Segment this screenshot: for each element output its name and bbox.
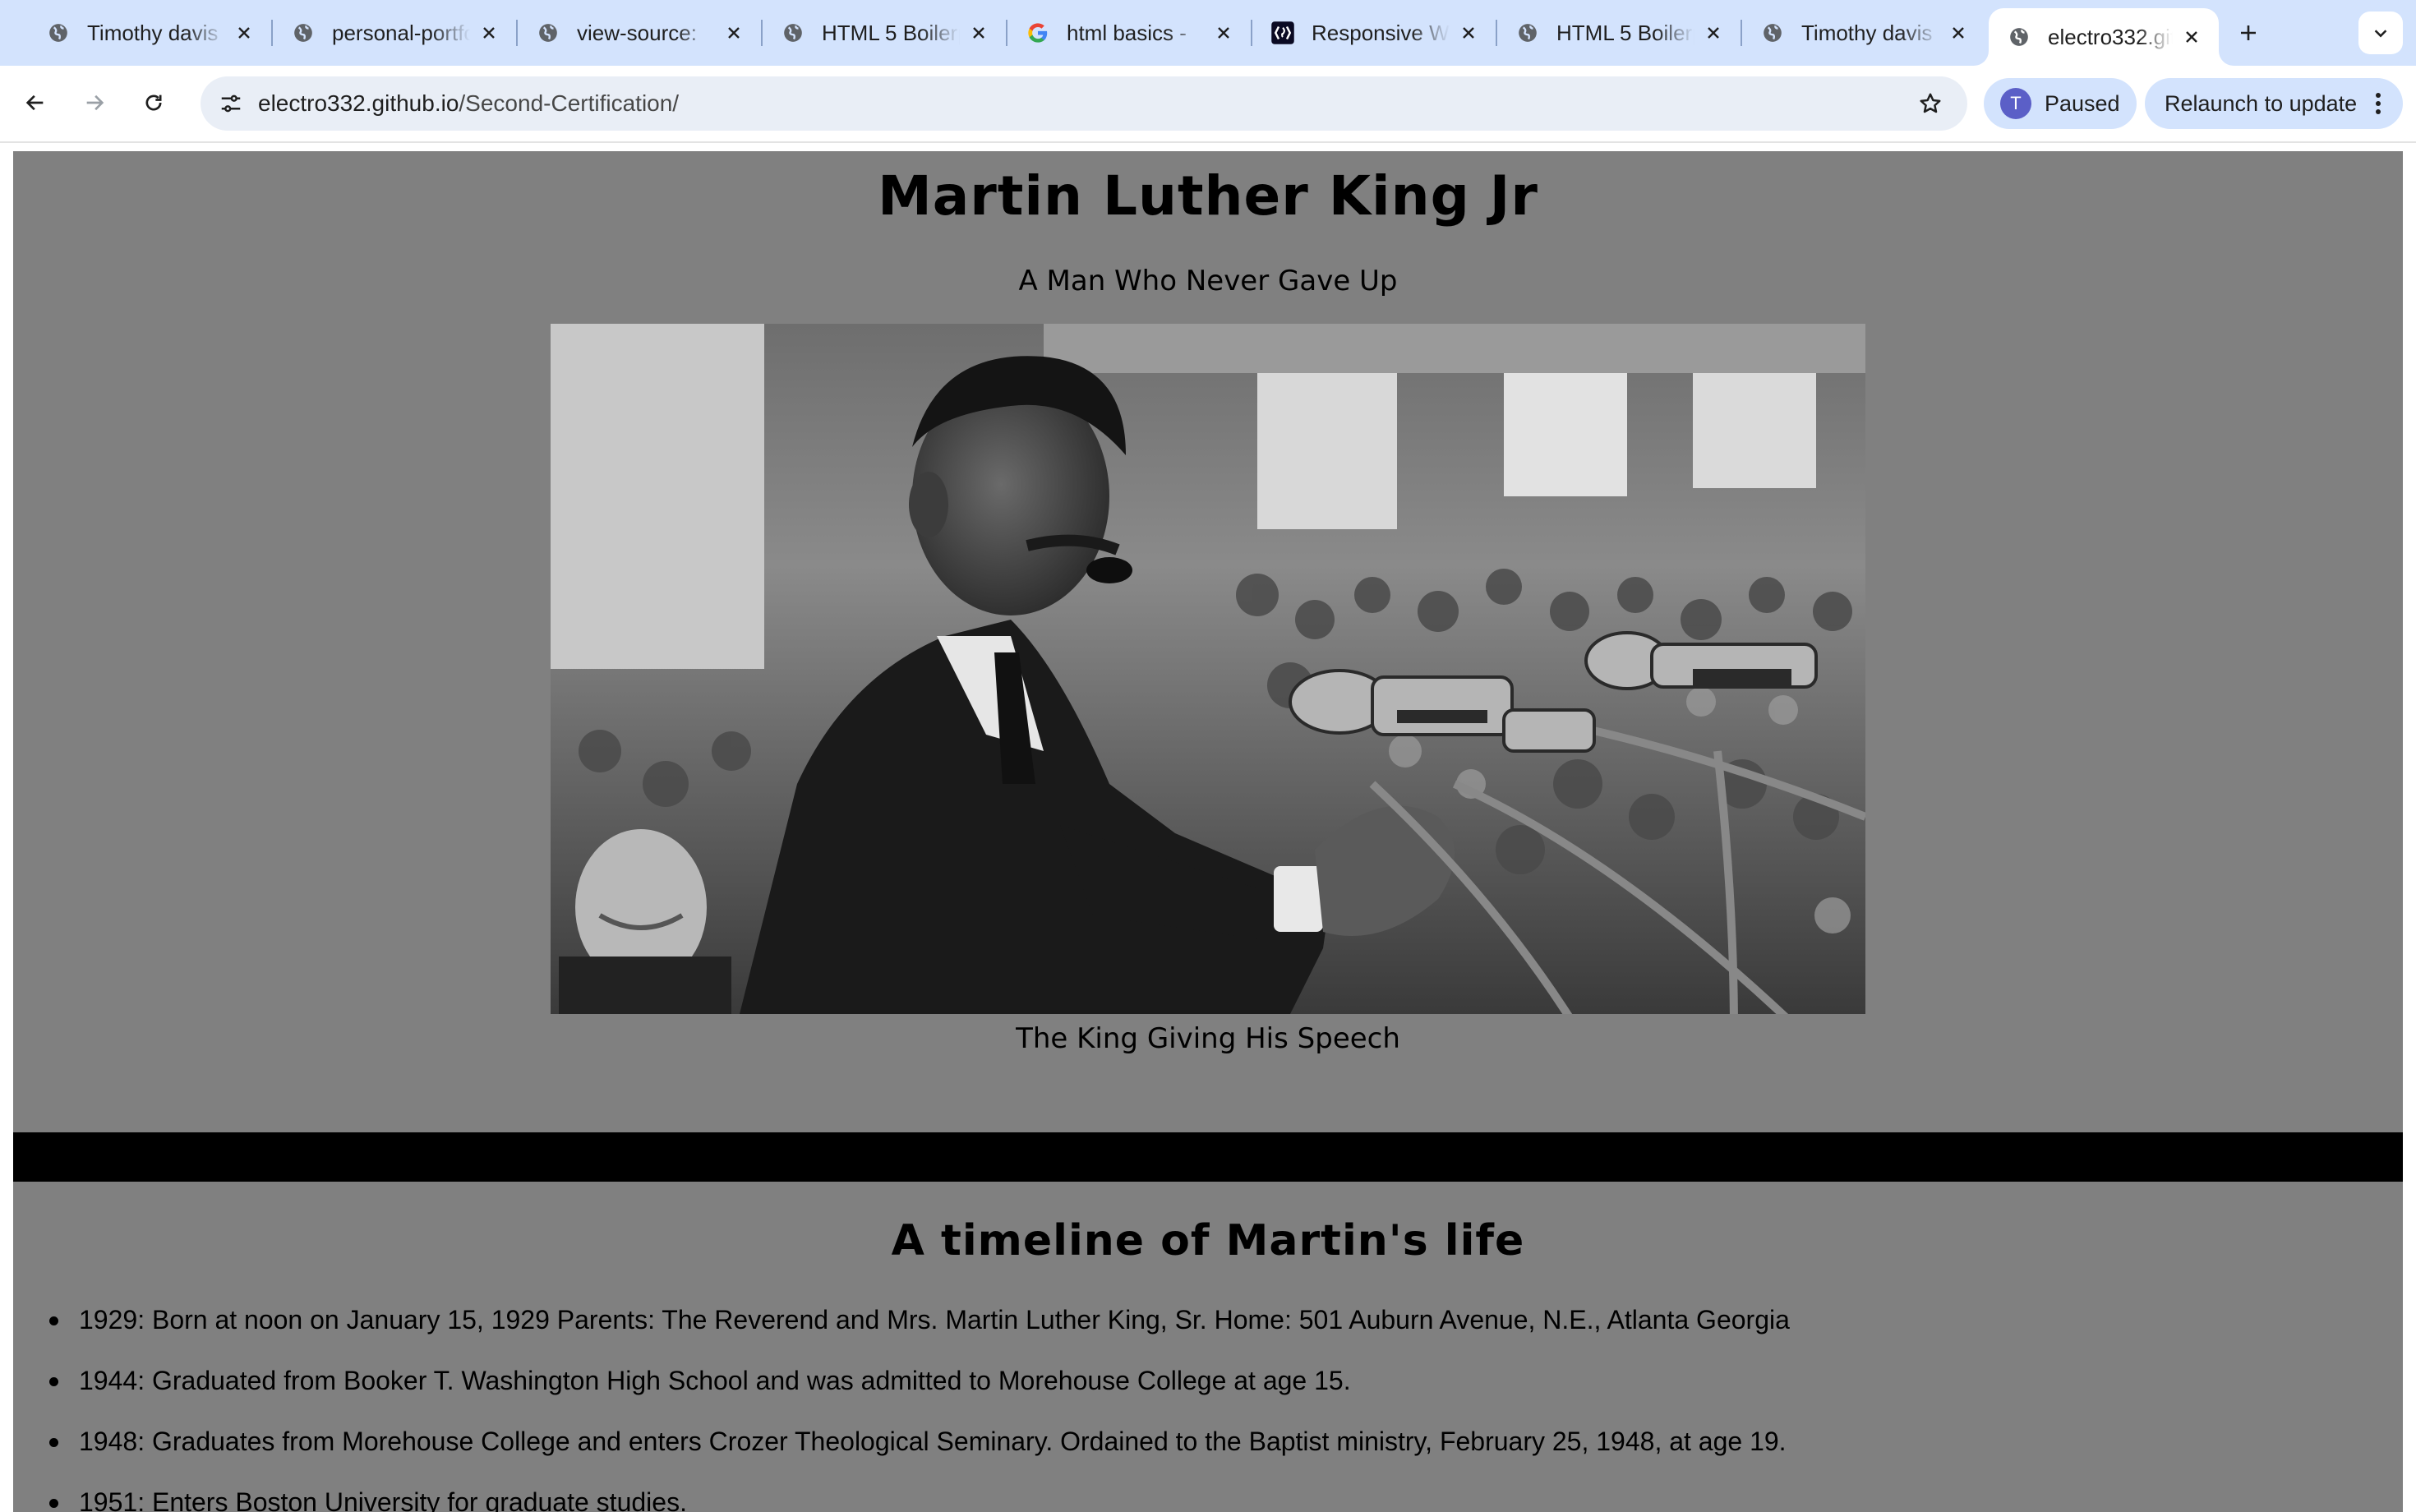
speech-photo-illustration xyxy=(551,324,1865,1014)
bullet-icon xyxy=(49,1377,58,1386)
hero-image xyxy=(551,324,1865,1014)
page-viewport: Martin Luther King Jr A Man Who Never Ga… xyxy=(0,145,2416,1512)
tab-title: view-source: xyxy=(577,20,697,45)
chevron-down-icon xyxy=(2374,30,2387,38)
freecodecamp-icon xyxy=(1270,21,1295,45)
close-tab-icon[interactable] xyxy=(722,21,746,45)
relaunch-button[interactable]: Relaunch to update xyxy=(2145,78,2403,129)
globe-icon xyxy=(781,21,805,45)
tab-view-source[interactable]: view-source: xyxy=(518,8,763,58)
close-tab-icon[interactable] xyxy=(1456,21,1481,45)
tab-title: electro332.github.io xyxy=(2048,24,2173,49)
timeline-item-text: 1951: Enters Boston University for gradu… xyxy=(79,1487,687,1512)
globe-icon xyxy=(536,21,560,45)
timeline-section: A timeline of Martin's life 1929: Born a… xyxy=(13,1182,2403,1512)
globe-icon xyxy=(2007,25,2031,49)
close-tab-icon[interactable] xyxy=(477,21,501,45)
globe-icon xyxy=(1760,21,1785,45)
url-domain: electro332.github.io xyxy=(258,90,459,116)
bookmark-button[interactable] xyxy=(1910,83,1951,124)
timeline-heading: A timeline of Martin's life xyxy=(891,1216,1525,1265)
timeline-item: 1944: Graduated from Booker T. Washingto… xyxy=(49,1364,2363,1425)
tab-strip: Timothy davis personal-portfolio view-so… xyxy=(0,0,2416,66)
url-text[interactable]: electro332.github.io/Second-Certificatio… xyxy=(258,76,679,131)
timeline-item-text: 1944: Graduated from Booker T. Washingto… xyxy=(79,1366,1351,1395)
timeline-item-text: 1948: Graduates from Morehouse College a… xyxy=(79,1427,1787,1456)
globe-icon xyxy=(1515,21,1540,45)
url-path: /Second-Certification/ xyxy=(459,90,680,116)
tab-timothy-davis-2[interactable]: Timothy davis xyxy=(1742,8,1985,58)
page-tagline: A Man Who Never Gave Up xyxy=(1018,265,1398,297)
bullet-icon xyxy=(49,1316,58,1325)
close-tab-icon[interactable] xyxy=(1211,21,1236,45)
reload-icon xyxy=(145,94,162,111)
close-tab-icon[interactable] xyxy=(2179,25,2204,49)
section-divider xyxy=(13,1132,2403,1182)
timeline-list: 1929: Born at noon on January 15, 1929 P… xyxy=(49,1303,2363,1512)
hero-section: Martin Luther King Jr A Man Who Never Ga… xyxy=(13,151,2403,1134)
forward-button[interactable] xyxy=(74,82,115,123)
address-bar[interactable]: electro332.github.io/Second-Certificatio… xyxy=(201,76,1967,131)
forward-arrow-icon xyxy=(86,94,104,111)
new-tab-button[interactable] xyxy=(2230,15,2266,51)
close-tab-icon[interactable] xyxy=(966,21,991,45)
tab-title: Responsive Web xyxy=(1312,20,1450,45)
plus-icon xyxy=(2241,25,2256,40)
tab-electro332-active[interactable]: electro332.github.io xyxy=(1989,8,2219,66)
star-icon xyxy=(1920,93,1941,113)
tab-html5-boilerplate-2[interactable]: HTML 5 Boilerplate xyxy=(1497,8,1742,58)
tab-title: html basics - xyxy=(1067,20,1187,45)
close-tab-icon[interactable] xyxy=(232,21,256,45)
tab-title: personal-portfolio xyxy=(332,20,470,45)
google-icon xyxy=(1026,21,1050,45)
profile-button[interactable]: T Paused xyxy=(1984,78,2137,129)
timeline-item-text: 1929: Born at noon on January 15, 1929 P… xyxy=(79,1305,1790,1335)
timeline-item: 1929: Born at noon on January 15, 1929 P… xyxy=(49,1303,2363,1364)
tab-title: HTML 5 Boilerplate xyxy=(822,20,960,45)
reload-button[interactable] xyxy=(133,82,174,123)
relaunch-label: Relaunch to update xyxy=(2165,90,2358,116)
close-tab-icon[interactable] xyxy=(1946,21,1971,45)
tab-personal-portfolio[interactable]: personal-portfolio xyxy=(273,8,518,58)
menu-kebab-icon[interactable] xyxy=(2362,87,2395,120)
back-arrow-icon xyxy=(25,94,44,111)
tab-title: Timothy davis xyxy=(87,20,219,45)
tab-title: HTML 5 Boilerplate xyxy=(1556,20,1694,45)
timeline-item: 1948: Graduates from Morehouse College a… xyxy=(49,1425,2363,1486)
tab-search-button[interactable] xyxy=(2358,12,2403,54)
site-info-button[interactable] xyxy=(210,83,251,124)
tab-html-basics[interactable]: html basics - xyxy=(1007,8,1252,58)
tune-icon xyxy=(221,94,241,113)
globe-icon xyxy=(291,21,316,45)
avatar: T xyxy=(2000,88,2031,119)
profile-status-label: Paused xyxy=(2045,90,2120,116)
browser-toolbar: electro332.github.io/Second-Certificatio… xyxy=(0,66,2416,143)
page-title: Martin Luther King Jr xyxy=(878,164,1538,228)
tab-timothy-davis-1[interactable]: Timothy davis xyxy=(28,8,273,58)
image-caption: The King Giving His Speech xyxy=(1016,1022,1400,1055)
bullet-icon xyxy=(49,1499,58,1508)
tab-html5-boilerplate-1[interactable]: HTML 5 Boilerplate xyxy=(763,8,1007,58)
back-button[interactable] xyxy=(15,82,56,123)
timeline-item: 1951: Enters Boston University for gradu… xyxy=(49,1486,2363,1512)
globe-icon xyxy=(46,21,71,45)
tab-responsive-web[interactable]: Responsive Web xyxy=(1252,8,1497,58)
bullet-icon xyxy=(49,1438,58,1447)
tab-title: Timothy davis xyxy=(1801,20,1933,45)
close-tab-icon[interactable] xyxy=(1701,21,1726,45)
